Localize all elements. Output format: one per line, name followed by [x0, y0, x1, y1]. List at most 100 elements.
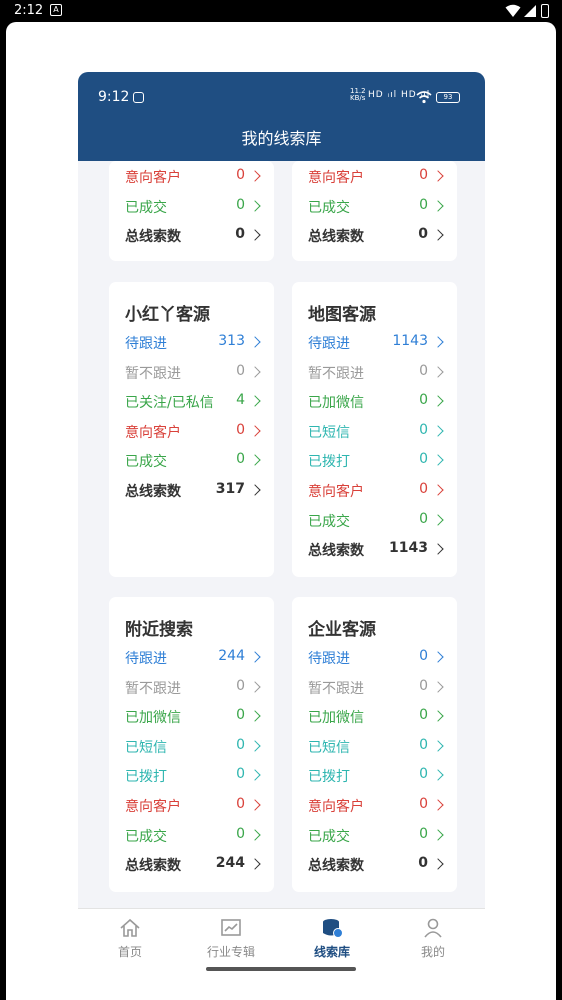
tab-clue-library[interactable]: 线索库	[297, 917, 367, 960]
clue-stat-row[interactable]: 总线索数 0	[308, 855, 444, 877]
chevron-right-icon	[249, 858, 261, 870]
card-title: 地图客源	[308, 305, 376, 325]
stat-label: 待跟进	[125, 651, 167, 667]
chevron-right-icon	[432, 543, 444, 555]
stat-label: 已加微信	[308, 395, 364, 412]
clue-stat-row[interactable]: 待跟进 244	[125, 648, 261, 670]
stat-value: 0	[419, 196, 428, 213]
stat-label: 总线索数	[308, 543, 364, 560]
clue-stat-row[interactable]: 待跟进 0	[308, 648, 444, 670]
tab-home[interactable]: 首页	[95, 917, 165, 960]
stat-value: 1143	[389, 540, 428, 557]
clue-stat-row[interactable]: 已成交 0	[125, 451, 261, 473]
clue-stat-row[interactable]: 意向客户 0	[308, 167, 444, 189]
chevron-right-icon	[249, 336, 261, 348]
stat-value: 0	[419, 677, 428, 694]
chevron-right-icon	[249, 170, 261, 182]
stat-value: 0	[419, 766, 428, 783]
clue-stat-row[interactable]: 意向客户 0	[308, 481, 444, 503]
clue-stat-row[interactable]: 暂不跟进 0	[125, 677, 261, 700]
clue-stat-row[interactable]: 待跟进 313	[125, 333, 261, 355]
stat-value: 0	[419, 648, 428, 664]
clue-stat-row[interactable]: 暂不跟进 0	[125, 363, 261, 385]
clue-stat-row[interactable]: 已关注/已私信 4	[125, 392, 261, 414]
clue-stat-row[interactable]: 已加微信 0	[308, 392, 444, 414]
stat-label: 总线索数	[125, 229, 181, 246]
tab-industry[interactable]: 行业专辑	[196, 917, 266, 960]
clue-stat-row[interactable]: 已拨打 0	[308, 766, 444, 788]
stat-label: 意向客户	[125, 799, 181, 815]
chevron-right-icon	[432, 513, 444, 526]
stat-value: 0	[236, 825, 245, 842]
clue-stat-row[interactable]: 已成交 0	[308, 511, 444, 533]
stat-label: 意向客户	[308, 799, 364, 815]
stat-label: 已加微信	[308, 710, 364, 727]
clue-stat-row[interactable]: 意向客户 0	[125, 421, 261, 444]
stat-value: 0	[236, 796, 245, 812]
chevron-right-icon	[249, 229, 261, 241]
clue-stat-row[interactable]: 总线索数 1143	[308, 540, 444, 562]
stat-value: 0	[236, 196, 245, 213]
chevron-right-icon	[432, 199, 444, 212]
chevron-right-icon	[432, 365, 444, 378]
clue-stat-row[interactable]: 已拨打 0	[125, 766, 261, 788]
clue-stat-row[interactable]: 待跟进 1143	[308, 333, 444, 355]
bottom-tab-bar: 首页 行业专辑 线索库 我的	[78, 908, 485, 1000]
clue-stat-row[interactable]: 已成交 0	[125, 196, 261, 219]
clue-stat-row[interactable]: 已成交 0	[125, 825, 261, 848]
stat-label: 已拨打	[308, 454, 350, 471]
signal-icon	[524, 5, 536, 17]
chevron-right-icon	[432, 799, 444, 811]
clue-stat-row[interactable]: 已加微信 0	[125, 707, 261, 729]
clue-stat-row[interactable]: 意向客户 0	[308, 796, 444, 818]
stat-value: 0	[236, 421, 245, 438]
stat-value: 0	[419, 825, 428, 842]
clue-stat-row[interactable]: 暂不跟进 0	[308, 363, 444, 385]
home-indicator[interactable]	[206, 967, 356, 971]
chevron-right-icon	[249, 680, 261, 693]
stat-label: 暂不跟进	[308, 365, 364, 382]
stat-value: 0	[236, 167, 245, 183]
system-status-bar: 2:12 A	[0, 0, 562, 22]
chevron-right-icon	[249, 484, 261, 496]
clue-stat-row[interactable]: 已短信 0	[125, 737, 261, 759]
stat-label: 暂不跟进	[125, 680, 181, 697]
clue-stat-row[interactable]: 总线索数 0	[125, 226, 261, 248]
chevron-right-icon	[432, 680, 444, 693]
clue-stat-row[interactable]: 意向客户 0	[125, 167, 261, 189]
clue-stat-row[interactable]: 总线索数 244	[125, 855, 261, 877]
clue-stat-row[interactable]: 暂不跟进 0	[308, 677, 444, 700]
chevron-right-icon	[432, 454, 444, 467]
stat-label: 已关注/已私信	[125, 395, 214, 412]
stat-value: 0	[419, 796, 428, 812]
stat-value: 0	[419, 421, 428, 438]
stat-label: 暂不跟进	[308, 680, 364, 697]
clue-stat-row[interactable]: 已成交 0	[308, 196, 444, 219]
clue-stat-row[interactable]: 已短信 0	[308, 737, 444, 759]
clue-card-partial-left: 意向客户 0 已成交 0 总线索数 0	[109, 161, 274, 261]
inner-status-time: 9:12	[98, 89, 130, 105]
chevron-right-icon	[249, 454, 261, 467]
battery-icon	[541, 4, 549, 18]
clue-stat-row[interactable]: 已加微信 0	[308, 707, 444, 729]
clue-stat-row[interactable]: 总线索数 0	[308, 226, 444, 248]
chart-icon	[221, 919, 241, 936]
stat-label: 待跟进	[125, 336, 167, 352]
network-speed: 11.2 KB/s	[350, 87, 366, 102]
chevron-right-icon	[249, 828, 261, 841]
chevron-right-icon	[432, 336, 444, 348]
card-title: 企业客源	[308, 620, 376, 640]
tab-mine[interactable]: 我的	[398, 917, 468, 960]
clue-stat-row[interactable]: 总线索数 317	[125, 481, 261, 503]
clue-stat-row[interactable]: 已拨打 0	[308, 451, 444, 473]
stat-value: 0	[419, 167, 428, 183]
stat-value: 0	[236, 677, 245, 694]
clue-stat-row[interactable]: 意向客户 0	[125, 796, 261, 818]
app-header: 9:12 11.2 KB/s HD ᵢıl HD ᵢıl 93 我的线索库	[78, 72, 485, 161]
stat-label: 意向客户	[308, 484, 364, 500]
clue-stat-row[interactable]: 已短信 0	[308, 421, 444, 444]
clue-stat-row[interactable]: 已成交 0	[308, 825, 444, 848]
chevron-right-icon	[249, 365, 261, 378]
chevron-right-icon	[249, 425, 261, 437]
phone-screen: 9:12 11.2 KB/s HD ᵢıl HD ᵢıl 93 我的线索库 意向客…	[78, 72, 485, 1000]
